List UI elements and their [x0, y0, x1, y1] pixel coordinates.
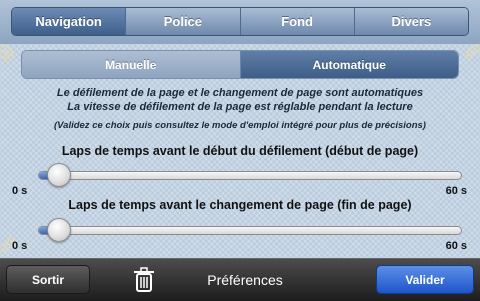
- slider-page-change-label: Laps de temps avant le changement de pag…: [68, 198, 412, 212]
- description-line-2: La vitesse de défilement de la page est …: [67, 101, 413, 113]
- top-segmented-control: Navigation Police Fond Divers: [11, 7, 469, 36]
- tab-police[interactable]: Police: [125, 8, 240, 35]
- corner-flourish-icon: [0, 44, 15, 63]
- toolbar-title: Préférences: [207, 272, 283, 288]
- corner-flourish-icon: [465, 44, 480, 61]
- tab-fond[interactable]: Fond: [239, 8, 354, 35]
- description-line-3: (Validez ce choix puis consultez le mode…: [54, 120, 426, 131]
- valider-button[interactable]: Valider: [376, 265, 474, 294]
- tab-navigation[interactable]: Navigation: [12, 8, 126, 35]
- slider-start-delay-label: Laps de temps avant le début du défileme…: [61, 144, 419, 158]
- slider-start-delay-track[interactable]: [38, 171, 462, 180]
- sortir-button[interactable]: Sortir: [6, 265, 90, 294]
- slider-page-change-max: 60 s: [445, 240, 467, 252]
- tab-divers[interactable]: Divers: [353, 8, 468, 35]
- bottom-toolbar: Sortir Préférences Valider: [0, 258, 480, 301]
- slider-start-delay-thumb[interactable]: [47, 163, 71, 187]
- scroll-mode-segmented-control: Manuelle Automatique: [21, 50, 459, 79]
- top-navigation-bar: Navigation Police Fond Divers: [0, 0, 480, 44]
- trash-icon[interactable]: [129, 266, 159, 294]
- mode-automatique[interactable]: Automatique: [239, 51, 458, 78]
- slider-start-delay-max: 60 s: [445, 185, 467, 197]
- slider-page-change-min: 0 s: [12, 240, 28, 252]
- description-line-1: Le défilement de la page et le changemen…: [56, 87, 424, 99]
- slider-start-delay-min: 0 s: [12, 185, 28, 197]
- slider-page-change-thumb[interactable]: [47, 218, 71, 242]
- mode-manuelle[interactable]: Manuelle: [22, 51, 240, 78]
- slider-page-change-track[interactable]: [38, 226, 462, 235]
